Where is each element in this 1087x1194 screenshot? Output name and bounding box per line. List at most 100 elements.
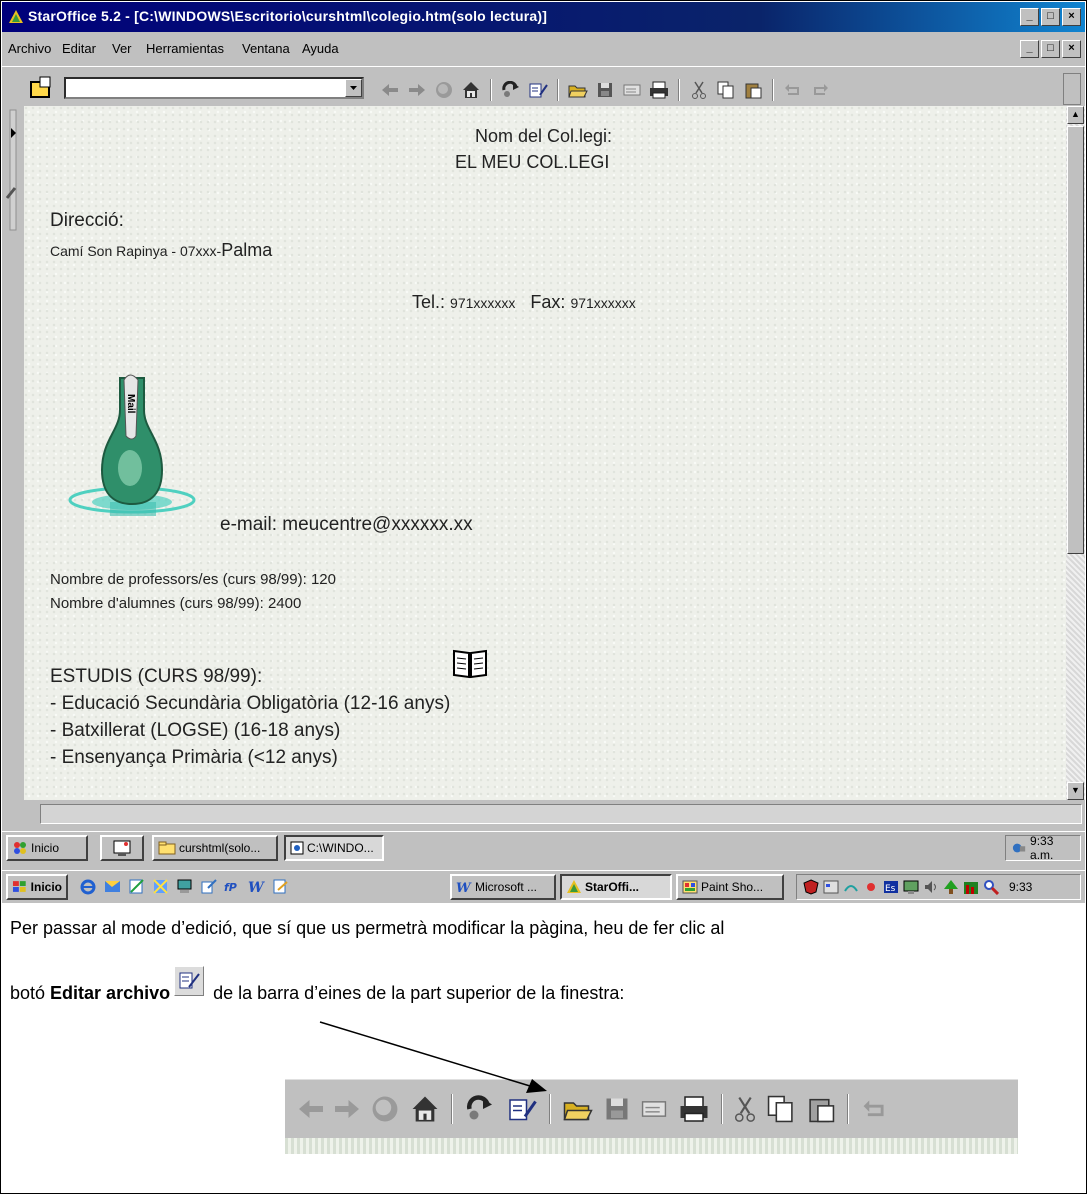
undo-icon[interactable] [783,80,803,100]
send-icon[interactable] [622,80,642,100]
edit-file-icon[interactable] [528,80,548,100]
stop-icon[interactable] [434,80,454,100]
school-name: EL MEU COL.LEGI [455,152,610,172]
taskbar-word-button[interactable]: W Microsoft ... [450,874,556,900]
fax-label: Fax: [530,292,566,312]
print-icon [680,1096,708,1122]
bottle-mail-label: Mail [125,394,136,414]
home-icon [412,1096,438,1122]
forward-arrow-icon[interactable] [407,80,427,100]
window-title: StarOffice 5.2 - [C:\WINDOWS\Escritorio\… [28,8,548,24]
menu-ventana[interactable]: Ventana [242,41,290,56]
back-arrow-icon[interactable] [380,80,400,100]
explorer-sidebar-handle[interactable] [2,106,24,800]
undo-icon [863,1100,884,1117]
search-magnifier-icon[interactable] [983,879,999,895]
system-clock: 9:33 [1009,880,1033,894]
menu-archivo[interactable]: Archivo [8,41,51,56]
folder-icon [158,841,176,855]
scroll-down-icon[interactable]: ▼ [1067,782,1084,800]
svg-text:W: W [248,880,265,895]
doc-close-button[interactable]: × [1062,40,1081,58]
toolbar-separator [678,79,680,101]
computer-icon[interactable] [176,878,193,895]
paint-shop-icon [682,880,698,894]
print-icon[interactable] [649,80,669,100]
forward-arrow-icon [335,1100,359,1118]
studies-item-eso: - Educació Secundària Obligatòria (12-16… [50,693,451,714]
vertical-scrollbar[interactable]: ▲ ▼ [1066,106,1085,800]
status-bar [2,802,1085,826]
address-street: Camí Son Rapinya - 07xxx- [50,243,222,259]
fax-value: 971xxxxxx [570,295,636,311]
quick-launch: fP W [80,878,289,895]
toolbar-scroll[interactable] [1063,73,1081,105]
paste-icon[interactable] [743,80,763,100]
home-icon[interactable] [461,80,481,100]
windows-logo-icon [12,881,26,892]
phone-line: Tel.: 971xxxxxx Fax: 971xxxxxx [412,292,636,313]
menu-bar: Archivo Editar Ver Herramientas Ventana … [2,36,1085,62]
maximize-button[interactable]: □ [1041,8,1060,26]
bottle-mail-image: Mail [68,374,196,516]
instruction-prefix: botó [10,983,51,1003]
staroffice-window: StarOffice 5.2 - [C:\WINDOWS\Escritorio\… [2,2,1085,903]
redo-icon[interactable] [810,80,830,100]
doc-maximize-button[interactable]: □ [1041,40,1060,58]
taskbar-folder-button[interactable]: curshtml(solo... [152,835,278,861]
paintshop-button-label: Paint Sho... [701,880,764,894]
internet-explorer-icon[interactable] [80,878,97,895]
outlook-icon[interactable] [104,878,121,895]
toolbar-separator [549,1094,551,1124]
email-line[interactable]: e-mail: meucentre@xxxxxx.xx [220,514,473,536]
notepad-edit-icon[interactable] [128,878,145,895]
chart-bars-icon[interactable] [963,879,979,895]
green-tree-icon[interactable] [943,879,959,895]
toolbar-separator [847,1094,849,1124]
staroffice-start-icon [14,842,26,854]
document-pen-icon[interactable] [200,878,217,895]
toolbar-zoom-image [285,1079,1018,1154]
modem-icon[interactable] [843,879,859,895]
chevron-down-icon[interactable] [345,79,362,97]
edit-file-icon [174,966,205,996]
taskbar-document-button[interactable]: C:\WINDO... [284,835,384,861]
svg-text:Es: Es [885,884,896,894]
minimize-button[interactable]: _ [1020,8,1039,26]
url-combobox[interactable] [64,77,364,99]
open-file-icon[interactable] [568,80,588,100]
menu-ver[interactable]: Ver [112,41,132,56]
scheduler-icon[interactable] [823,879,839,895]
volume-icon[interactable] [923,879,939,895]
title-bar[interactable]: StarOffice 5.2 - [C:\WINDOWS\Escritorio\… [2,2,1085,32]
network-neighborhood-icon[interactable] [152,878,169,895]
ftp-icon[interactable]: fP [224,878,241,895]
cut-icon[interactable] [689,80,709,100]
record-icon[interactable] [863,879,879,895]
close-button[interactable]: × [1062,8,1081,26]
wordpad-icon[interactable] [272,878,289,895]
antivirus-shield-icon[interactable] [803,879,819,895]
word-icon[interactable]: W [248,878,265,895]
menu-herramientas[interactable]: Herramientas [146,41,224,56]
menu-editar[interactable]: Editar [62,41,96,56]
taskbar-staroffice-button[interactable]: StarOffi... [560,874,672,900]
taskbar-paintshop-button[interactable]: Paint Sho... [676,874,784,900]
copy-icon[interactable] [716,80,736,100]
language-indicator-icon[interactable]: Es [883,879,899,895]
scroll-up-icon[interactable]: ▲ [1067,106,1084,124]
scroll-thumb[interactable] [1067,126,1084,554]
open-folder-icon[interactable] [28,75,54,101]
staroffice-logo-icon [567,880,581,893]
instruction-line-1: Per passar al mode d’edició, que sí que … [10,918,725,938]
menu-ayuda[interactable]: Ayuda [302,41,339,56]
start-button[interactable]: Inicio [6,835,88,861]
reload-icon [466,1095,492,1120]
desktop-button[interactable] [100,835,144,861]
windows-start-button[interactable]: Inicio [6,874,68,900]
display-settings-icon[interactable] [903,879,919,895]
save-icon[interactable] [595,80,615,100]
reload-icon[interactable] [501,80,521,100]
doc-minimize-button[interactable]: _ [1020,40,1039,58]
studies-item-batxillerat: - Batxillerat (LOGSE) (16-18 anys) [50,720,341,741]
